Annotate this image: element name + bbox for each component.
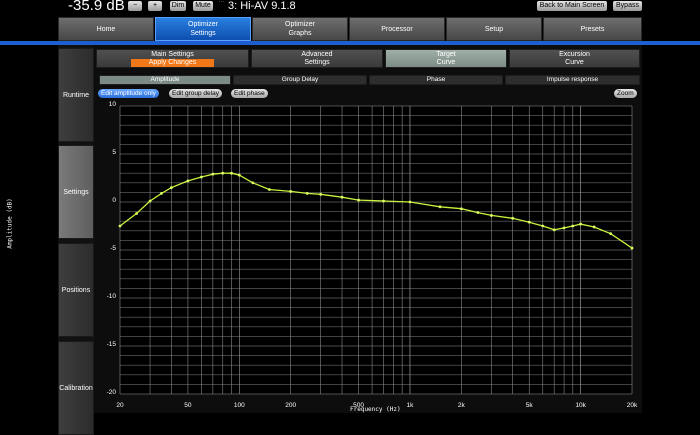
x-tick-label: 5k xyxy=(525,402,533,409)
curve-point xyxy=(541,224,545,228)
y-tick-label: 0 xyxy=(112,197,116,204)
curve-point xyxy=(511,216,515,220)
y-tick-label: -10 xyxy=(106,293,116,300)
y-tick-label: 5 xyxy=(112,149,116,156)
curve-point xyxy=(251,181,255,185)
y-tick-label: -20 xyxy=(106,389,116,396)
x-tick-label: 2k xyxy=(457,402,465,409)
curve-point xyxy=(527,220,531,224)
curve-point xyxy=(552,228,556,232)
curve-point xyxy=(186,179,190,183)
curve-point xyxy=(438,205,442,209)
curve-point xyxy=(579,222,583,226)
curve-point xyxy=(267,188,271,191)
curve-point xyxy=(148,199,152,203)
x-tick-label: 20 xyxy=(116,402,124,409)
curve-point xyxy=(160,191,163,195)
curve-point xyxy=(382,199,385,203)
curve-point xyxy=(305,191,309,195)
curve-point xyxy=(200,175,203,179)
x-tick-label: 10k xyxy=(575,402,586,409)
curve-point xyxy=(237,173,241,177)
curve-point xyxy=(289,190,293,193)
x-tick-label: 20k xyxy=(626,402,638,409)
y-tick-label: -15 xyxy=(106,341,116,348)
amplitude-chart[interactable] xyxy=(0,0,700,413)
curve-point xyxy=(340,195,344,199)
x-tick-label: 200 xyxy=(285,402,297,409)
curve-point xyxy=(221,171,225,175)
y-tick-label: -5 xyxy=(110,245,116,252)
curve-point xyxy=(459,207,463,211)
curve-point xyxy=(319,192,323,196)
curve-point xyxy=(135,212,138,215)
curve-point xyxy=(211,172,215,176)
y-tick-label: 10 xyxy=(108,101,116,108)
curve-point xyxy=(408,200,412,204)
curve-point xyxy=(230,171,233,175)
curve-point xyxy=(169,186,173,190)
x-axis-label: Frequency (Hz) xyxy=(350,406,401,413)
curve-point xyxy=(571,224,575,228)
x-tick-label: 1k xyxy=(406,402,414,409)
curve-point xyxy=(630,246,634,250)
x-tick-label: 50 xyxy=(184,402,192,409)
curve-point xyxy=(609,232,613,236)
curve-point xyxy=(592,225,596,229)
curve-point xyxy=(357,198,360,202)
x-tick-label: 100 xyxy=(233,402,245,409)
curve-point xyxy=(562,226,566,230)
curve-point xyxy=(489,214,493,217)
y-axis-label: Amplitude (dB) xyxy=(6,198,14,249)
curve-point xyxy=(118,224,122,228)
curve-point xyxy=(476,211,480,214)
